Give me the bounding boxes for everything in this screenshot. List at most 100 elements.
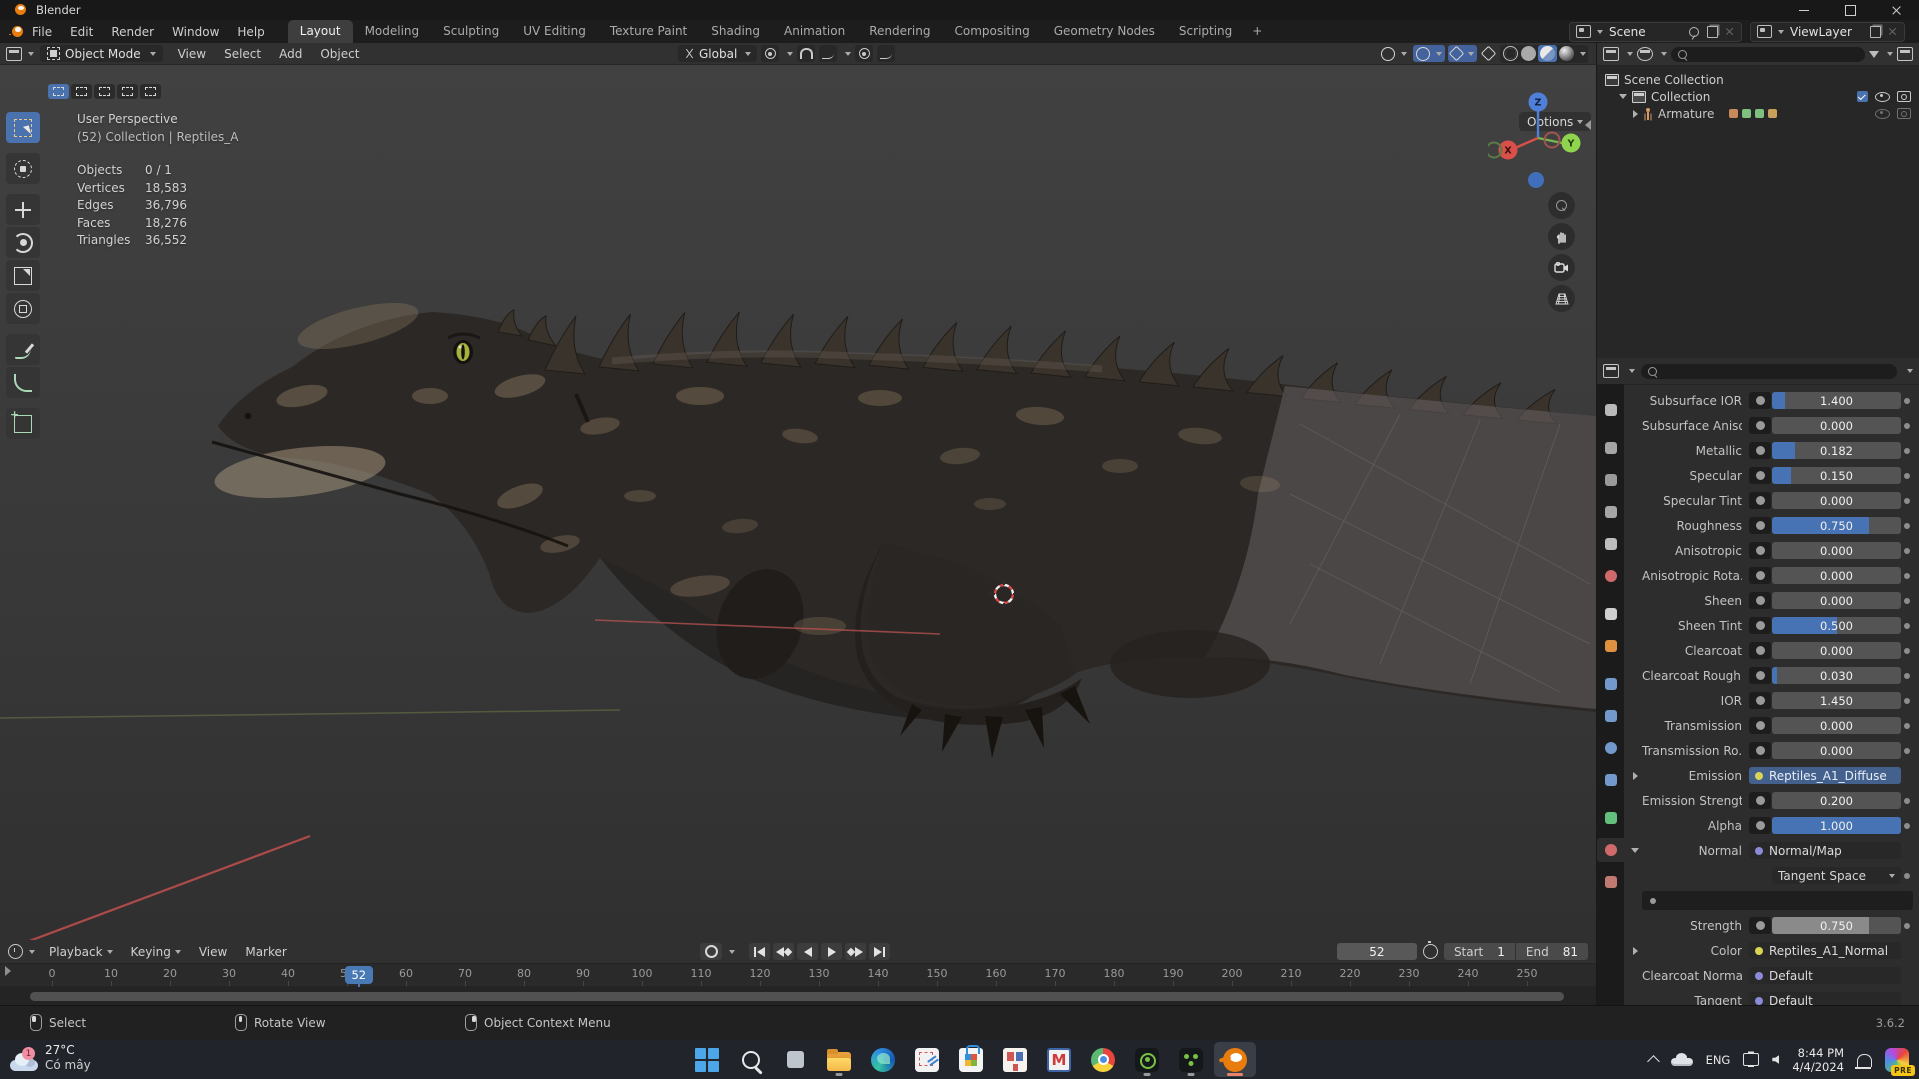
camera-icon[interactable] (1897, 108, 1911, 119)
gizmos-toggle[interactable] (1413, 45, 1445, 62)
pivot-point-button[interactable] (761, 45, 780, 62)
solid-shading-button[interactable] (1521, 46, 1536, 61)
property-field[interactable]: Reptiles_A1_Normal (1749, 942, 1901, 959)
copilot-icon[interactable]: PRE (1885, 1047, 1915, 1076)
socket-button[interactable] (1749, 717, 1771, 734)
clock-widget[interactable]: 8:44 PM 4/4/2024 (1792, 1046, 1844, 1074)
socket-button[interactable] (1749, 442, 1771, 459)
decorator-dot[interactable] (1901, 522, 1913, 529)
value-slider[interactable]: 0.030 (1772, 667, 1901, 684)
outliner-row-collection[interactable]: Collection (1597, 88, 1919, 105)
proportional-editing-toggle[interactable] (855, 45, 874, 62)
value-slider[interactable]: 1.000 (1772, 817, 1901, 834)
playhead-current-frame[interactable]: 52 (344, 966, 373, 984)
decorator-dot[interactable] (1901, 622, 1913, 629)
viewport-menu-select[interactable]: Select (215, 44, 270, 64)
workspace-tab-uv-editing[interactable]: UV Editing (511, 20, 598, 43)
lizard-model[interactable] (0, 64, 1596, 940)
properties-tab-material[interactable] (1597, 838, 1624, 862)
scene-selector[interactable]: Scene (1569, 21, 1742, 42)
material-preview-shading-button[interactable] (1538, 45, 1557, 62)
mode-dropdown[interactable]: Object Mode (40, 45, 163, 62)
expand-icon[interactable] (1619, 94, 1627, 99)
tool-annotate[interactable] (6, 334, 40, 365)
expand-right-icon[interactable] (1628, 946, 1642, 955)
taskbar-app-m-app[interactable]: M (1038, 1042, 1080, 1077)
workspace-tab-layout[interactable]: Layout (287, 20, 353, 43)
property-dropdown[interactable]: Tangent Space (1772, 867, 1901, 884)
properties-tab-view-layer[interactable] (1597, 500, 1624, 524)
pan-button[interactable] (1548, 223, 1575, 250)
minimize-button[interactable] (1781, 0, 1827, 20)
texture-image-field[interactable] (1642, 891, 1913, 910)
overlays-toggle[interactable] (1448, 45, 1477, 62)
timeline-menu-view[interactable]: View (191, 945, 235, 959)
workspace-tab-sculpting[interactable]: Sculpting (431, 20, 511, 43)
decorator-dot[interactable] (1901, 472, 1913, 479)
navigation-gizmo[interactable]: Z X Y (1488, 88, 1588, 188)
property-field[interactable]: Default (1749, 967, 1901, 984)
taskbar-app-green-app-1[interactable] (1126, 1042, 1168, 1077)
timeline-ruler[interactable]: 0102030405060708090100110120130140150160… (0, 964, 1596, 1029)
expand-right-icon[interactable] (1628, 771, 1642, 780)
filter-icon[interactable] (1869, 50, 1879, 58)
select-mode-intersect[interactable] (140, 84, 161, 99)
weather-widget[interactable]: 1 27°C Có mây (8, 1043, 91, 1073)
value-slider[interactable]: 0.000 (1772, 492, 1901, 509)
editor-type-icon[interactable] (6, 46, 22, 61)
falloff-dropdown[interactable] (877, 45, 896, 62)
timeline-menu-keying[interactable]: Keying (123, 945, 189, 959)
taskbar-app-file-explorer[interactable] (818, 1042, 860, 1077)
viewlayer-name[interactable]: ViewLayer (1784, 25, 1866, 39)
viewport-menu-view[interactable]: View (169, 44, 215, 64)
network-icon[interactable] (1743, 1053, 1760, 1067)
workspace-tab-compositing[interactable]: Compositing (942, 20, 1041, 43)
decorator-dot[interactable] (1901, 397, 1913, 404)
tool-transform[interactable] (6, 293, 40, 324)
tool-rotate[interactable] (6, 227, 40, 258)
socket-button[interactable] (1749, 917, 1771, 934)
display-mode-icon[interactable] (1637, 47, 1653, 61)
tool-add-cube[interactable] (6, 408, 40, 439)
expand-icon[interactable] (1633, 109, 1638, 118)
timeline-scrollbar[interactable] (30, 992, 1564, 1001)
value-slider[interactable]: 1.400 (1772, 392, 1901, 409)
value-slider[interactable]: 0.000 (1772, 717, 1901, 734)
wireframe-shading-button[interactable] (1503, 46, 1518, 61)
menu-render[interactable]: Render (102, 22, 163, 42)
expand-down-icon[interactable] (1628, 848, 1642, 853)
workspace-tab-animation[interactable]: Animation (772, 20, 857, 43)
taskbar-app-blender[interactable] (1214, 1042, 1256, 1077)
tool-move[interactable] (6, 194, 40, 225)
property-field[interactable]: Reptiles_A1_Diffuse (1749, 767, 1901, 784)
eye-icon[interactable] (1875, 108, 1890, 119)
taskbar-app-start[interactable] (686, 1042, 728, 1077)
socket-button[interactable] (1749, 542, 1771, 559)
orientation-dropdown[interactable]: Global (678, 45, 758, 62)
tool-select-box[interactable] (6, 112, 40, 143)
decorator-dot[interactable] (1901, 547, 1913, 554)
copy-icon[interactable] (1870, 25, 1881, 38)
camera-view-button[interactable] (1548, 254, 1575, 281)
property-field[interactable]: Normal/Map (1749, 842, 1901, 859)
copy-icon[interactable] (1707, 25, 1718, 38)
onedrive-icon[interactable] (1670, 1052, 1693, 1066)
properties-tab-texture[interactable] (1597, 870, 1624, 894)
timeline-editor-icon[interactable] (8, 944, 23, 959)
properties-tab-scene[interactable] (1597, 532, 1624, 556)
start-frame-field[interactable]: Start 1 (1443, 943, 1515, 960)
snap-target-dropdown[interactable] (819, 45, 838, 62)
select-mode-extend[interactable] (71, 84, 92, 99)
rendered-shading-button[interactable] (1559, 46, 1574, 61)
value-slider[interactable]: 0.750 (1772, 917, 1901, 934)
value-slider[interactable]: 0.500 (1772, 617, 1901, 634)
decorator-dot[interactable] (1901, 572, 1913, 579)
taskbar-app-snipping-tool[interactable] (906, 1042, 948, 1077)
properties-tab-object[interactable] (1597, 634, 1624, 658)
socket-button[interactable] (1749, 742, 1771, 759)
value-slider[interactable]: 0.000 (1772, 742, 1901, 759)
select-mode-subtract[interactable] (94, 84, 115, 99)
properties-tab-collection[interactable] (1597, 602, 1624, 626)
auto-keying-button[interactable] (700, 943, 722, 960)
pin-icon[interactable] (1689, 26, 1699, 37)
